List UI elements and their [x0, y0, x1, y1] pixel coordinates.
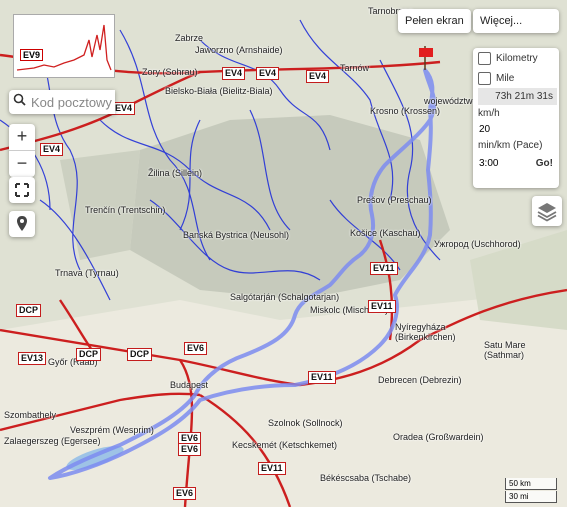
go-button[interactable]: Go!	[536, 158, 553, 169]
elevation-profile[interactable]: EV9	[13, 14, 115, 78]
map-label: Ужгород (Uschhorod)	[434, 239, 521, 249]
route-duration: 73h 21m 31s	[478, 88, 557, 105]
map-label: Oradea (Großwardein)	[393, 432, 484, 442]
more-button[interactable]: Więcej...	[473, 9, 559, 33]
zoom-control: + −	[9, 124, 35, 177]
map-label: Veszprém (Wesprim)	[70, 425, 154, 435]
map-label: Szombathely	[4, 410, 57, 420]
map-label: Žilina (Sillein)	[148, 168, 203, 178]
layers-icon	[537, 203, 557, 222]
map-label: Banská Bystrica (Neusohl)	[183, 230, 290, 240]
elevation-road-label: EV9	[20, 49, 44, 61]
map-label: Zory (Sohrau)	[142, 67, 198, 77]
speed-label: km/h	[478, 107, 500, 119]
road-shield: EV4	[306, 70, 330, 83]
km-checkbox[interactable]	[478, 51, 491, 65]
road-shield: EV11	[258, 462, 286, 475]
scale-mi: 30 mi	[505, 491, 557, 503]
expand-icon	[15, 183, 29, 197]
road-shield: EV4	[256, 67, 280, 80]
zoom-in-button[interactable]: +	[9, 124, 35, 151]
road-shield: EV13	[18, 352, 47, 365]
pace-label: min/km (Pace)	[478, 139, 543, 151]
map-label: Prešov (Preschau)	[357, 195, 432, 205]
road-shield: EV11	[308, 371, 336, 384]
map-label: Szolnok (Sollnock)	[268, 418, 343, 428]
road-shield: EV6	[184, 342, 208, 355]
location-pin-icon	[17, 216, 27, 231]
map-label: Kecskemét (Ketschkemet)	[232, 440, 338, 450]
map-label: Krosno (Krossen)	[370, 106, 441, 116]
mile-checkbox[interactable]	[478, 71, 491, 85]
speed-input[interactable]	[478, 121, 521, 137]
road-shield: EV4	[40, 143, 64, 156]
map-label: Salgótarján (Schalgotarjan)	[230, 292, 340, 302]
map-label: Debrecen (Debrezin)	[378, 375, 462, 385]
road-shield: DCP	[16, 304, 42, 317]
map-label: Zabrze	[175, 33, 204, 43]
postcode-search[interactable]	[9, 90, 115, 114]
zoom-out-button[interactable]: −	[9, 151, 35, 177]
km-label: Kilometry	[496, 52, 538, 64]
mile-label: Mile	[496, 72, 515, 84]
road-shield: EV4	[112, 102, 136, 115]
map-label: Trnava (Tyrnau)	[55, 268, 119, 278]
route-panel: Kilometry Mile 73h 21m 31s km/h min/km (…	[473, 48, 559, 188]
map-label: Budapest	[170, 380, 209, 390]
road-shield: EV11	[368, 300, 396, 313]
road-shield: EV6	[178, 443, 202, 456]
road-shield: DCP	[76, 348, 102, 361]
road-shield: EV11	[370, 262, 398, 275]
elevation-chart	[16, 24, 112, 71]
road-shield: DCP	[127, 348, 153, 361]
fullscreen-button[interactable]: Pełen ekran	[398, 9, 471, 33]
map-label: Tarnów	[340, 63, 370, 73]
locate-button[interactable]	[9, 211, 35, 237]
map-label: Košice (Kaschau)	[350, 228, 421, 238]
map-label: Békéscsaba (Tschabe)	[320, 473, 412, 483]
road-shield: EV6	[173, 487, 197, 500]
map-label: Nyíregyháza (Birkenkirchen)	[395, 322, 456, 342]
road-shield: EV4	[222, 67, 246, 80]
layers-button[interactable]	[532, 196, 562, 226]
map-label: Satu Mare (Sathmar)	[484, 340, 526, 360]
search-icon	[9, 93, 29, 111]
map-label: Zalaegerszeg (Egersee)	[4, 436, 101, 446]
map-label: Jaworzno (Arnshaide)	[195, 45, 283, 55]
scale-km: 50 km	[505, 478, 557, 490]
map-label: Trenčín (Trentschin)	[85, 205, 166, 215]
map-label: Bielsko-Biała (Bielitz-Biala)	[165, 86, 273, 96]
mile-option[interactable]: Mile	[473, 68, 559, 88]
postcode-input[interactable]	[29, 93, 115, 111]
expand-map-button[interactable]	[9, 177, 35, 203]
km-option[interactable]: Kilometry	[473, 48, 559, 68]
pace-input[interactable]	[478, 155, 521, 171]
